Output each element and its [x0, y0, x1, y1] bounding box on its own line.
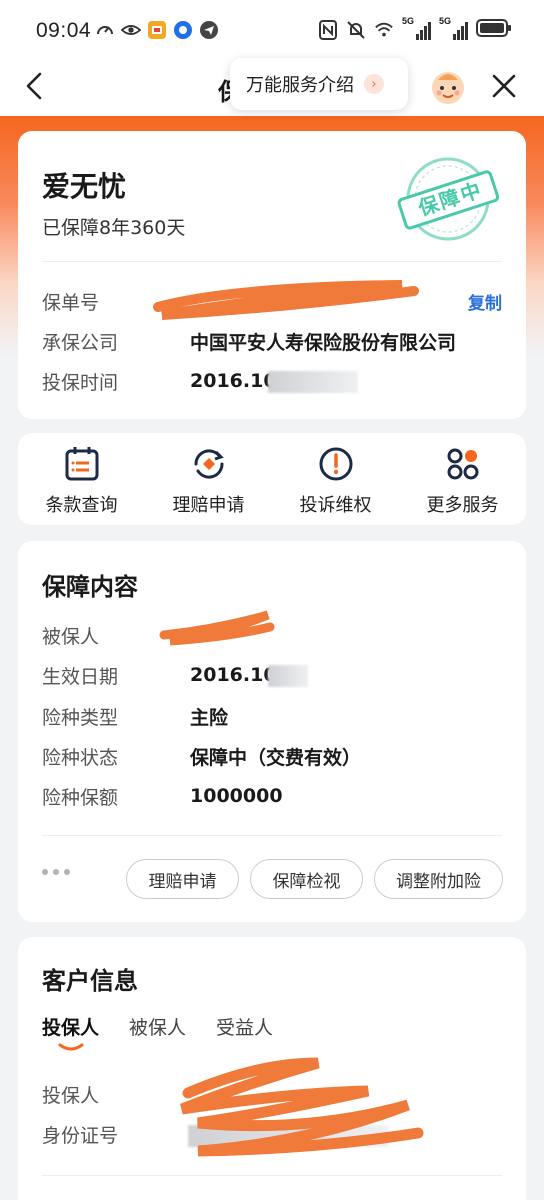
status-bar: 09:04 5G 5G: [0, 0, 544, 62]
coverage-title: 保障内容: [42, 573, 138, 601]
app-badge-icon: [147, 20, 167, 40]
status-right-icons: 5G 5G: [318, 16, 512, 42]
action-claim[interactable]: 理赔申请: [145, 433, 272, 525]
insurer-row: 承保公司 中国平安人寿保险股份有限公司: [42, 326, 502, 356]
policy-name: 爱无忧: [42, 170, 127, 203]
coverage-status-row: 险种状态 保障中（交费有效）: [42, 741, 502, 771]
wifi-icon: [374, 20, 394, 40]
id-number-label: 身份证号: [42, 1124, 119, 1147]
mute-icon: [346, 20, 366, 40]
effective-date-label: 生效日期: [42, 665, 119, 688]
redaction-blur: [268, 665, 308, 687]
policy-number-row: 保单号 复制: [42, 286, 502, 316]
coverage-amount-value: 1000000: [190, 785, 283, 807]
action-complaint[interactable]: 投诉维权: [272, 433, 399, 525]
calendar-list-icon: [65, 447, 98, 481]
assistant-avatar[interactable]: [428, 66, 468, 106]
action-complaint-label: 投诉维权: [299, 495, 372, 516]
browser-icon: [173, 20, 193, 40]
coverage-type-label: 险种类型: [42, 706, 119, 729]
coverage-review-button[interactable]: 保障检视: [250, 859, 363, 899]
action-claim-label: 理赔申请: [172, 495, 245, 516]
eye-icon: [121, 20, 141, 40]
claim-refresh-icon: [193, 449, 224, 479]
redaction-blur: [188, 1125, 388, 1147]
policy-duration: 已保障8年360天: [42, 217, 186, 239]
chevron-left-icon: [26, 72, 42, 100]
customer-title: 客户信息: [42, 967, 138, 995]
action-more-label: 更多服务: [426, 495, 499, 516]
policy-card: 爱无忧 已保障8年360天 保障中 保单号 复制 承保公司 中国平安人寿保险股份…: [18, 131, 526, 419]
insurer-label: 承保公司: [42, 331, 119, 354]
signal-icon: 5G: [439, 16, 468, 40]
nfc-icon: [318, 20, 338, 40]
coverage-type-value: 主险: [190, 706, 229, 729]
coverage-status-label: 险种状态: [42, 746, 119, 769]
insured-row: 被保人: [42, 620, 502, 650]
insured-label: 被保人: [42, 625, 100, 648]
chevron-right-icon: ›: [364, 74, 384, 94]
close-icon: [492, 74, 516, 98]
action-more[interactable]: 更多服务: [399, 433, 526, 525]
service-intro-label: 万能服务介绍: [246, 75, 354, 96]
status-left-icons: [95, 20, 219, 40]
status-stamp: 保障中: [386, 153, 508, 243]
mascot-icon: [432, 72, 464, 104]
signal-icon: 5G: [402, 16, 431, 40]
policy-date-value: 2016.10: [190, 370, 277, 392]
divider: [42, 1175, 502, 1176]
effective-date-value: 2016.10: [190, 664, 277, 686]
policyholder-label: 投保人: [42, 1084, 100, 1107]
coverage-status-value: 保障中（交费有效）: [190, 746, 362, 769]
network-type-label: 5G: [439, 16, 452, 26]
active-tab-indicator: [58, 1043, 84, 1051]
back-button[interactable]: [20, 70, 52, 102]
insurer-value: 中国平安人寿保险股份有限公司: [190, 331, 457, 354]
grid-apps-icon: [447, 448, 478, 480]
action-terms[interactable]: 条款查询: [18, 433, 145, 525]
status-time: 09:04: [36, 19, 92, 42]
redaction-blur: [268, 371, 358, 393]
close-button[interactable]: [488, 70, 520, 102]
divider: [42, 261, 502, 262]
quick-actions: 条款查询 理赔申请 投诉维权 更多服务: [18, 433, 526, 525]
policy-date-label: 投保时间: [42, 371, 119, 394]
gauge-icon: [95, 20, 115, 40]
customer-tabs: 投保人 被保人 受益人: [42, 1013, 273, 1040]
policyholder-row: 投保人: [42, 1079, 502, 1109]
network-type-label: 5G: [402, 16, 415, 26]
service-intro-button[interactable]: 万能服务介绍 ›: [230, 58, 408, 110]
battery-icon: [476, 18, 512, 42]
coverage-type-row: 险种类型 主险: [42, 701, 502, 731]
more-options-button[interactable]: [42, 869, 70, 875]
coverage-card: 保障内容 被保人 生效日期 2016.10 险种类型 主险 险种状态 保障中（交…: [18, 541, 526, 922]
tab-beneficiary[interactable]: 受益人: [216, 1013, 273, 1040]
customer-card: 客户信息 投保人 被保人 受益人 投保人 身份证号: [18, 937, 526, 1200]
tab-policyholder[interactable]: 投保人: [42, 1013, 99, 1040]
action-terms-label: 条款查询: [45, 495, 118, 516]
claim-apply-button[interactable]: 理赔申请: [126, 859, 239, 899]
alert-circle-icon: [319, 447, 352, 481]
telegram-icon: [199, 20, 219, 40]
coverage-amount-row: 险种保额 1000000: [42, 781, 502, 811]
divider: [42, 835, 502, 836]
adjust-rider-button[interactable]: 调整附加险: [374, 859, 503, 899]
tab-insured[interactable]: 被保人: [129, 1013, 186, 1040]
copy-button[interactable]: 复制: [468, 289, 502, 314]
policy-number-label: 保单号: [42, 291, 100, 314]
coverage-amount-label: 险种保额: [42, 786, 119, 809]
